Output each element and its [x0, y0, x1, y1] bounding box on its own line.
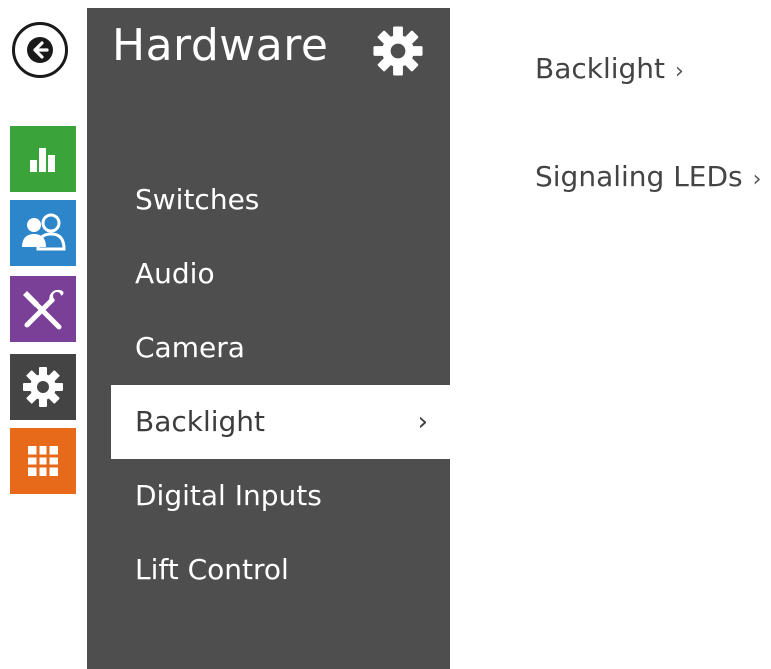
menu-item-audio[interactable]: Audio: [87, 237, 450, 311]
menu-item-label: Switches: [135, 183, 260, 216]
menu-item-label: Digital Inputs: [135, 479, 322, 512]
backlight-link[interactable]: Backlight ›: [535, 44, 761, 94]
content-area: Backlight › Signaling LEDs ›: [535, 44, 761, 260]
bar-chart-icon: [30, 148, 55, 172]
back-button[interactable]: [12, 22, 68, 78]
gear-icon: [23, 367, 63, 407]
link-label: Signaling LEDs: [535, 160, 743, 193]
signaling-leds-link[interactable]: Signaling LEDs ›: [535, 152, 761, 202]
directory-tile[interactable]: [10, 200, 76, 266]
chevron-right-icon: ›: [675, 59, 684, 84]
chevron-right-icon: ›: [417, 407, 428, 437]
menu-item-lift-control[interactable]: Lift Control: [87, 533, 450, 607]
menu-item-digital-inputs[interactable]: Digital Inputs: [87, 459, 450, 533]
chevron-right-icon: ›: [752, 167, 762, 192]
gear-icon[interactable]: [371, 24, 425, 78]
grid-icon: [28, 446, 58, 476]
menu-item-label: Backlight: [135, 405, 266, 438]
menu-item-label: Audio: [135, 257, 215, 290]
hammer-wrench-icon: [23, 290, 64, 330]
menu-item-backlight[interactable]: Backlight ›: [111, 385, 450, 459]
menu-item-camera[interactable]: Camera: [87, 311, 450, 385]
hardware-tile[interactable]: [10, 354, 76, 420]
users-icon: [22, 213, 66, 251]
menu-item-switches[interactable]: Switches: [87, 163, 450, 237]
menu-item-label: Camera: [135, 331, 245, 364]
arrow-left-icon: [27, 37, 53, 63]
hardware-menu: Switches Audio Camera Backlight › Digita…: [87, 163, 450, 607]
link-label: Backlight: [535, 52, 666, 85]
page-title: Hardware: [112, 20, 329, 71]
system-tile[interactable]: [10, 428, 76, 494]
hardware-menu-panel: Hardware Switches Audio Camera Backlight…: [87, 8, 450, 669]
menu-item-label: Lift Control: [135, 553, 289, 586]
services-tile[interactable]: [10, 276, 76, 342]
status-tile[interactable]: [10, 126, 76, 192]
